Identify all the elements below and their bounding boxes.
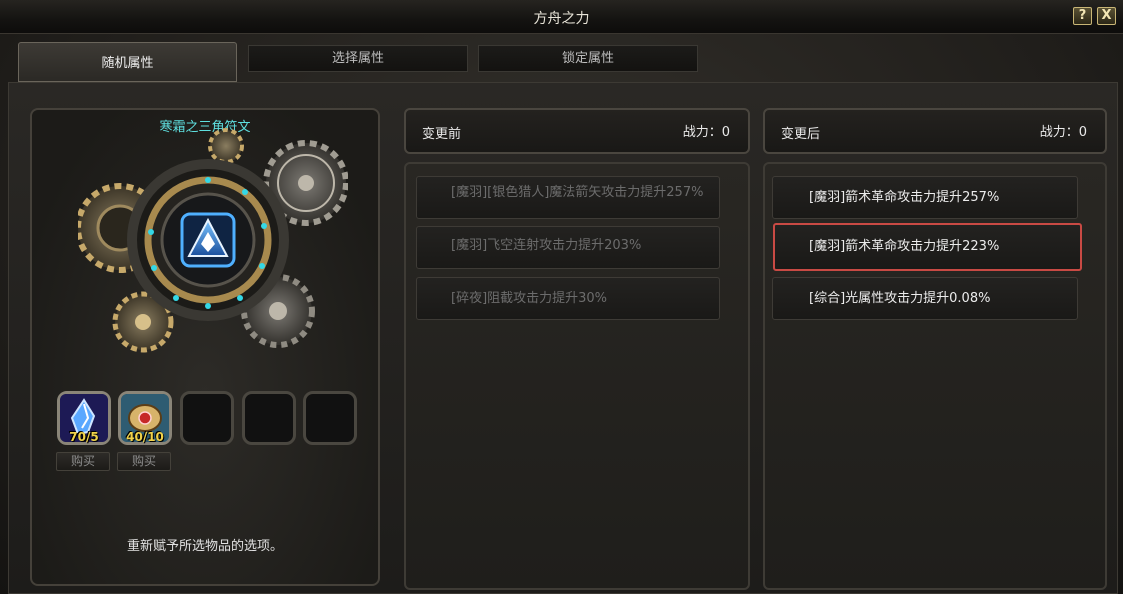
slot-count: 40/10	[126, 430, 164, 444]
after-header: 变更后 战力：0	[763, 108, 1107, 154]
before-option-2: [魔羽]飞空连射攻击力提升203%	[416, 226, 720, 269]
tab-lock-attribute[interactable]: 锁定属性	[478, 45, 698, 72]
before-option-3: [碎夜]阻截攻击力提升30%	[416, 277, 720, 320]
after-option-3[interactable]: [综合]光属性攻击力提升0.08%	[772, 277, 1078, 320]
window-title: 方舟之力	[533, 11, 590, 27]
material-slot-4[interactable]	[242, 391, 296, 445]
before-power: 战力：0	[682, 125, 730, 140]
before-header: 变更前 战力：0	[404, 108, 750, 154]
after-option-2-selected[interactable]: [魔羽]箭术革命攻击力提升223%	[773, 223, 1082, 271]
after-power: 战力：0	[1039, 125, 1087, 140]
material-slot-1[interactable]: 70/5	[57, 391, 111, 445]
after-label: 变更后	[781, 127, 821, 142]
material-slot-3[interactable]	[180, 391, 234, 445]
help-button[interactable]: ?	[1073, 7, 1092, 25]
buy-button-2[interactable]: 购买	[117, 452, 171, 471]
tab-select-attribute[interactable]: 选择属性	[248, 45, 468, 72]
hint-text: 重新赋予所选物品的选项。	[126, 539, 283, 554]
after-option-1[interactable]: [魔羽]箭术革命攻击力提升257%	[772, 176, 1078, 219]
title-bar: 方舟之力 ? X	[0, 0, 1123, 34]
before-option-1: [魔羽][银色猎人]魔法箭矢攻击力提升257%	[416, 176, 720, 219]
before-label: 变更前	[422, 127, 462, 142]
close-button[interactable]: X	[1097, 7, 1116, 25]
material-slot-5[interactable]	[303, 391, 357, 445]
material-slot-2[interactable]: 40/10	[118, 391, 172, 445]
tab-random-attribute[interactable]: 随机属性	[18, 42, 237, 82]
slot-count: 70/5	[69, 430, 99, 444]
buy-button-1[interactable]: 购买	[56, 452, 110, 471]
gear-mechanism[interactable]	[75, 128, 349, 358]
gear-mechanism-icon	[75, 128, 349, 353]
